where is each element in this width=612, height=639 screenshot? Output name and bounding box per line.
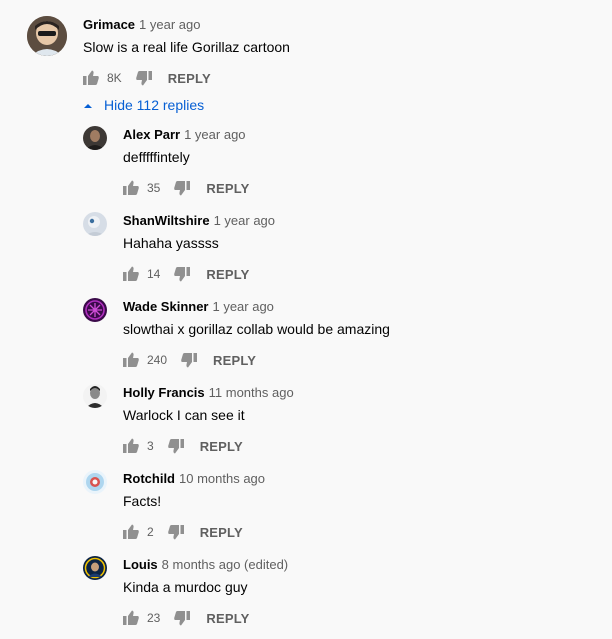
author-name[interactable]: Holly Francis bbox=[123, 385, 205, 400]
like-count: 23 bbox=[147, 611, 161, 625]
comment-actions: 240 REPLY bbox=[123, 350, 256, 370]
author-name[interactable]: Wade Skinner bbox=[123, 299, 208, 314]
reply-button[interactable]: REPLY bbox=[206, 181, 249, 196]
reply-button[interactable]: REPLY bbox=[213, 353, 256, 368]
comment-author[interactable]: Louis 8 months ago (edited) bbox=[123, 557, 288, 572]
thumbs-down-icon[interactable] bbox=[174, 266, 191, 282]
chevron-up-icon bbox=[82, 99, 94, 111]
thumbs-down-icon[interactable] bbox=[174, 610, 191, 626]
avatar[interactable] bbox=[83, 126, 107, 150]
author-name[interactable]: Louis bbox=[123, 557, 158, 572]
comment-timestamp[interactable]: 10 months ago bbox=[179, 471, 265, 486]
comment-author[interactable]: Alex Parr 1 year ago bbox=[123, 127, 246, 142]
thumbs-up-icon[interactable] bbox=[123, 438, 139, 454]
comment-actions: 2 REPLY bbox=[123, 522, 243, 542]
like-count: 2 bbox=[147, 525, 154, 539]
thumbs-down-icon[interactable] bbox=[167, 438, 184, 454]
avatar[interactable] bbox=[83, 212, 107, 236]
comment-timestamp[interactable]: 1 year ago bbox=[184, 127, 245, 142]
comment-author[interactable]: Holly Francis 11 months ago bbox=[123, 385, 294, 400]
comment-text: defffffintely bbox=[123, 149, 190, 165]
avatar[interactable] bbox=[27, 16, 67, 56]
like-count: 240 bbox=[147, 353, 168, 367]
comment-text: slowthai x gorillaz collab would be amaz… bbox=[123, 321, 390, 337]
author-name[interactable]: Rotchild bbox=[123, 471, 175, 486]
reply-button[interactable]: REPLY bbox=[206, 611, 249, 626]
avatar[interactable] bbox=[83, 298, 107, 322]
hide-replies-label: Hide 112 replies bbox=[104, 97, 205, 113]
comment-text: Warlock I can see it bbox=[123, 407, 245, 423]
comment-actions: 3 REPLY bbox=[123, 436, 243, 456]
author-name[interactable]: Alex Parr bbox=[123, 127, 180, 142]
comment-actions: 23 REPLY bbox=[123, 608, 250, 628]
comment-timestamp[interactable]: 1 year ago bbox=[212, 299, 273, 314]
like-count: 35 bbox=[147, 181, 161, 195]
thumbs-down-icon[interactable] bbox=[181, 352, 198, 368]
author-name[interactable]: ShanWiltshire bbox=[123, 213, 210, 228]
reply-button[interactable]: REPLY bbox=[168, 71, 211, 86]
comment-text: Slow is a real life Gorillaz cartoon bbox=[83, 39, 290, 55]
comment-author[interactable]: ShanWiltshire 1 year ago bbox=[123, 213, 275, 228]
comment-author[interactable]: Wade Skinner 1 year ago bbox=[123, 299, 274, 314]
thumbs-down-icon[interactable] bbox=[174, 180, 191, 196]
thumbs-up-icon[interactable] bbox=[123, 180, 139, 196]
avatar[interactable] bbox=[83, 556, 107, 580]
comment-timestamp[interactable]: 8 months ago (edited) bbox=[162, 557, 288, 572]
thumbs-down-icon[interactable] bbox=[167, 524, 184, 540]
comment-text: Hahaha yassss bbox=[123, 235, 219, 251]
reply-button[interactable]: REPLY bbox=[206, 267, 249, 282]
like-count: 8K bbox=[107, 71, 122, 85]
reply-button[interactable]: REPLY bbox=[200, 525, 243, 540]
comment-text: Facts! bbox=[123, 493, 162, 509]
comment-actions: 35 REPLY bbox=[123, 178, 250, 198]
reply-button[interactable]: REPLY bbox=[200, 439, 243, 454]
thumbs-up-icon[interactable] bbox=[123, 610, 139, 626]
comment-timestamp[interactable]: 11 months ago bbox=[209, 385, 294, 400]
thumbs-up-icon[interactable] bbox=[123, 352, 139, 368]
thumbs-up-icon[interactable] bbox=[123, 524, 139, 540]
thumbs-up-icon[interactable] bbox=[83, 70, 99, 86]
comment-actions: 14 REPLY bbox=[123, 264, 250, 284]
hide-replies-button[interactable]: Hide 112 replies bbox=[82, 96, 204, 114]
like-count: 14 bbox=[147, 267, 161, 281]
thumbs-up-icon[interactable] bbox=[123, 266, 139, 282]
thumbs-down-icon[interactable] bbox=[135, 70, 152, 86]
comment-timestamp[interactable]: 1 year ago bbox=[139, 17, 200, 32]
comment-actions: 8K REPLY bbox=[83, 68, 211, 88]
avatar[interactable] bbox=[83, 384, 107, 408]
author-name[interactable]: Grimace bbox=[83, 17, 135, 32]
comment-timestamp[interactable]: 1 year ago bbox=[214, 213, 275, 228]
avatar[interactable] bbox=[83, 470, 107, 494]
like-count: 3 bbox=[147, 439, 154, 453]
comment-text: Kinda a murdoc guy bbox=[123, 579, 248, 595]
comment-author[interactable]: Rotchild 10 months ago bbox=[123, 471, 265, 486]
comment-author[interactable]: Grimace 1 year ago bbox=[83, 17, 200, 32]
